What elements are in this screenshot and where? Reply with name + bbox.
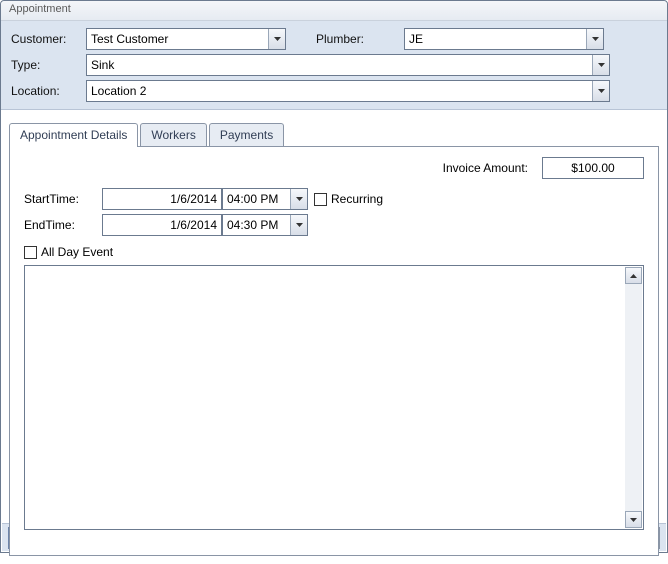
end-date-value: 1/6/2014	[170, 218, 217, 232]
window-title: Appointment	[9, 3, 71, 15]
tab-label: Appointment Details	[20, 128, 127, 142]
invoice-amount-field[interactable]: $100.00	[542, 157, 644, 179]
plumber-value: JE	[405, 29, 586, 49]
chevron-down-icon[interactable]	[592, 81, 609, 101]
customer-combo[interactable]: Test Customer	[86, 28, 286, 50]
scroll-up-icon[interactable]	[625, 267, 642, 284]
tab-appointment-details[interactable]: Appointment Details	[9, 123, 138, 147]
chevron-down-icon[interactable]	[290, 189, 307, 209]
end-time-combo[interactable]: 04:30 PM	[222, 214, 308, 236]
invoice-amount-label: Invoice Amount:	[443, 161, 528, 175]
start-date-field[interactable]: 1/6/2014	[102, 188, 222, 210]
chevron-down-icon[interactable]	[268, 29, 285, 49]
chevron-down-icon[interactable]	[290, 215, 307, 235]
location-label: Location:	[11, 84, 86, 98]
chevron-down-icon[interactable]	[586, 29, 603, 49]
location-value: Location 2	[87, 81, 592, 101]
allday-label: All Day Event	[41, 245, 113, 259]
checkbox-icon	[24, 246, 37, 259]
plumber-label: Plumber:	[316, 32, 404, 46]
window-titlebar: Appointment	[1, 1, 667, 21]
body-area: Appointment Details Workers Payments Inv…	[1, 110, 667, 564]
starttime-label: StartTime:	[24, 192, 102, 206]
endtime-label: EndTime:	[24, 218, 102, 232]
scrollbar-vertical[interactable]	[625, 267, 642, 528]
customer-value: Test Customer	[87, 29, 268, 49]
customer-label: Customer:	[11, 32, 86, 46]
recurring-checkbox[interactable]: Recurring	[314, 192, 383, 206]
header-panel: Customer: Test Customer Plumber: JE Type…	[1, 21, 667, 110]
start-time-combo[interactable]: 04:00 PM	[222, 188, 308, 210]
recurring-label: Recurring	[331, 192, 383, 206]
scroll-down-icon[interactable]	[625, 511, 642, 528]
end-date-field[interactable]: 1/6/2014	[102, 214, 222, 236]
notes-memo[interactable]	[24, 265, 644, 530]
plumber-combo[interactable]: JE	[404, 28, 604, 50]
tab-payments[interactable]: Payments	[209, 123, 284, 147]
type-combo[interactable]: Sink	[86, 54, 610, 76]
tab-workers[interactable]: Workers	[140, 123, 206, 147]
start-date-value: 1/6/2014	[170, 192, 217, 206]
type-label: Type:	[11, 58, 86, 72]
invoice-amount-value: $100.00	[571, 161, 614, 175]
end-time-value: 04:30 PM	[223, 215, 290, 235]
tab-panel-details: Invoice Amount: $100.00 StartTime: 1/6/2…	[9, 146, 659, 556]
location-combo[interactable]: Location 2	[86, 80, 610, 102]
tab-label: Payments	[220, 128, 273, 142]
allday-checkbox[interactable]: All Day Event	[24, 245, 644, 259]
appointment-window: Appointment Customer: Test Customer Plum…	[0, 0, 668, 553]
checkbox-icon	[314, 193, 327, 206]
type-value: Sink	[87, 55, 592, 75]
start-time-value: 04:00 PM	[223, 189, 290, 209]
tabbar: Appointment Details Workers Payments	[9, 120, 659, 146]
chevron-down-icon[interactable]	[592, 55, 609, 75]
tab-label: Workers	[151, 128, 195, 142]
